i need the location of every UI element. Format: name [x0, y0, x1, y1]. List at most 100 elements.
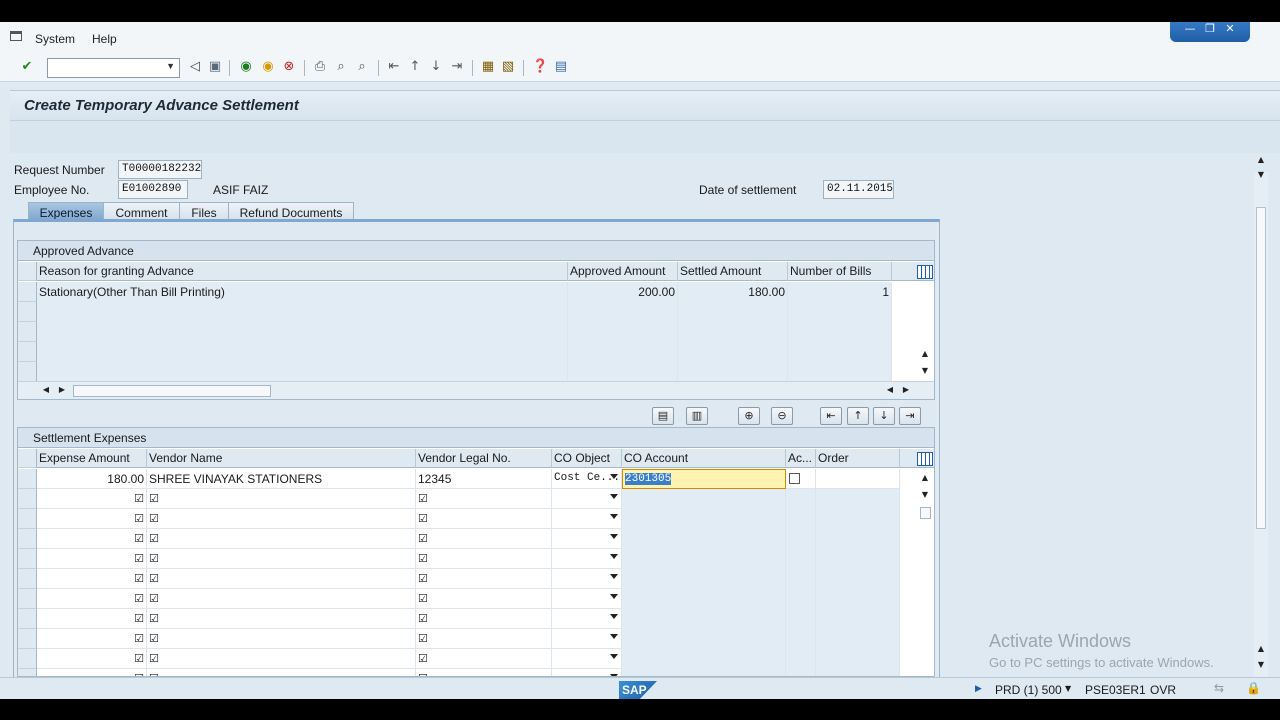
vendor-name-cell[interactable]: ☑: [147, 589, 416, 609]
row-selector[interactable]: [18, 669, 37, 676]
tab-expenses[interactable]: Expenses: [28, 202, 104, 220]
order-cell[interactable]: [816, 589, 900, 609]
vendor-name-cell[interactable]: ☑: [147, 629, 416, 649]
vendor-name-cell[interactable]: ☑: [147, 529, 416, 549]
scrollbar-thumb[interactable]: [920, 507, 931, 519]
col-vendor-name[interactable]: Vendor Name: [147, 449, 416, 468]
scroll-left-icon[interactable]: ◀: [884, 385, 896, 397]
chevron-down-icon[interactable]: [610, 634, 618, 639]
chevron-down-icon[interactable]: ▼: [166, 61, 175, 71]
row-selector[interactable]: [18, 629, 37, 649]
cancel-icon[interactable]: ⊗: [281, 59, 297, 75]
co-account-cell[interactable]: 2301305: [622, 469, 786, 489]
ac-cell[interactable]: [786, 669, 816, 676]
co-account-cell[interactable]: [622, 529, 786, 549]
vendor-legal-no-cell[interactable]: ☑: [416, 509, 552, 529]
vendor-name-cell[interactable]: ☑: [147, 569, 416, 589]
col-co-object[interactable]: CO Object: [552, 449, 622, 468]
col-number-of-bills[interactable]: Number of Bills: [788, 262, 892, 281]
vendor-name-cell[interactable]: SHREE VINAYAK STATIONERS: [147, 469, 416, 489]
vendor-legal-no-cell[interactable]: ☑: [416, 649, 552, 669]
change-view-icon[interactable]: ▥: [686, 407, 708, 425]
row-selector[interactable]: [18, 609, 37, 629]
row-selector[interactable]: [18, 549, 37, 569]
select-all-cell[interactable]: [18, 449, 37, 468]
row-selector[interactable]: [18, 362, 37, 382]
vendor-legal-no-cell[interactable]: ☑: [416, 609, 552, 629]
table-row[interactable]: ☑☑☑: [18, 609, 900, 629]
shortcut-icon[interactable]: ▧: [500, 59, 516, 75]
row-selector[interactable]: [18, 529, 37, 549]
col-co-account[interactable]: CO Account: [622, 449, 786, 468]
row-selector[interactable]: [18, 489, 37, 509]
co-object-cell[interactable]: [552, 509, 622, 529]
next-page-icon[interactable]: ↓: [873, 407, 895, 425]
save-icon[interactable]: ▣: [207, 59, 223, 75]
co-object-cell[interactable]: [552, 629, 622, 649]
ac-cell[interactable]: [786, 649, 816, 669]
scroll-up-icon[interactable]: ▲: [919, 349, 931, 361]
new-session-icon[interactable]: ▦: [480, 59, 496, 75]
vendor-legal-no-cell[interactable]: ☑: [416, 629, 552, 649]
table-row[interactable]: ☑☑☑: [18, 569, 900, 589]
expense-amount-cell[interactable]: ☑: [37, 489, 147, 509]
vendor-legal-no-cell[interactable]: ☑: [416, 529, 552, 549]
first-page-icon[interactable]: ⇤: [386, 59, 402, 75]
order-cell[interactable]: [816, 509, 900, 529]
vendor-legal-no-cell[interactable]: 12345: [416, 469, 552, 489]
minimize-icon[interactable]: —: [1182, 22, 1198, 42]
order-cell[interactable]: [816, 549, 900, 569]
vendor-name-cell[interactable]: ☑: [147, 509, 416, 529]
scroll-up-icon[interactable]: ▲: [1255, 155, 1267, 167]
status-expand-icon[interactable]: ▶: [975, 684, 982, 694]
table-row[interactable]: ☑☑☑: [18, 589, 900, 609]
table-row[interactable]: ☑☑☑: [18, 649, 900, 669]
request-number-field[interactable]: T00000182232: [118, 160, 202, 179]
col-approved-amount[interactable]: Approved Amount: [568, 262, 678, 281]
ac-cell[interactable]: [786, 529, 816, 549]
co-object-cell[interactable]: [552, 669, 622, 676]
vendor-name-cell[interactable]: ☑: [147, 549, 416, 569]
co-account-cell[interactable]: [622, 569, 786, 589]
row-selector[interactable]: [18, 282, 37, 302]
vendor-name-cell[interactable]: ☑: [147, 489, 416, 509]
chevron-down-icon[interactable]: [610, 614, 618, 619]
order-cell[interactable]: [816, 529, 900, 549]
vendor-legal-no-cell[interactable]: ☑: [416, 669, 552, 676]
order-cell[interactable]: [816, 489, 900, 509]
expense-amount-cell[interactable]: ☑: [37, 589, 147, 609]
find-next-icon[interactable]: ⌕: [354, 59, 370, 75]
vendor-legal-no-cell[interactable]: ☑: [416, 589, 552, 609]
scroll-down-icon[interactable]: ▼: [1255, 660, 1267, 672]
table-row[interactable]: ☑☑☑: [18, 669, 900, 676]
expense-amount-cell[interactable]: ☑: [37, 569, 147, 589]
ac-cell[interactable]: [786, 609, 816, 629]
table-settings-icon[interactable]: [917, 265, 933, 279]
table-row[interactable]: [18, 302, 892, 322]
expense-amount-cell[interactable]: ☑: [37, 669, 147, 676]
row-selector[interactable]: [18, 322, 37, 342]
scroll-down-icon[interactable]: ▼: [1255, 170, 1267, 182]
ac-cell[interactable]: [786, 469, 816, 489]
close-icon[interactable]: ✕: [1222, 22, 1238, 42]
order-cell[interactable]: [816, 629, 900, 649]
tab-refund-documents[interactable]: Refund Documents: [228, 202, 354, 220]
chevron-down-icon[interactable]: [610, 554, 618, 559]
expense-amount-cell[interactable]: ☑: [37, 609, 147, 629]
chevron-down-icon[interactable]: [610, 514, 618, 519]
chevron-down-icon[interactable]: [610, 474, 618, 479]
horizontal-scrollbar[interactable]: ◀ ▶ ◀ ▶: [18, 381, 934, 399]
insert-row-icon[interactable]: ⊕: [738, 407, 760, 425]
co-object-cell[interactable]: Cost Ce...: [552, 469, 622, 489]
co-object-cell[interactable]: [552, 609, 622, 629]
menu-help[interactable]: Help: [92, 32, 117, 46]
order-cell[interactable]: [816, 609, 900, 629]
co-account-cell[interactable]: [622, 629, 786, 649]
tab-comment[interactable]: Comment: [103, 202, 180, 220]
row-selector[interactable]: [18, 509, 37, 529]
row-selector[interactable]: [18, 589, 37, 609]
co-account-cell[interactable]: [622, 489, 786, 509]
co-account-cell[interactable]: [622, 509, 786, 529]
check-icon[interactable]: ✔: [19, 59, 35, 75]
scrollbar-thumb[interactable]: [73, 385, 271, 397]
